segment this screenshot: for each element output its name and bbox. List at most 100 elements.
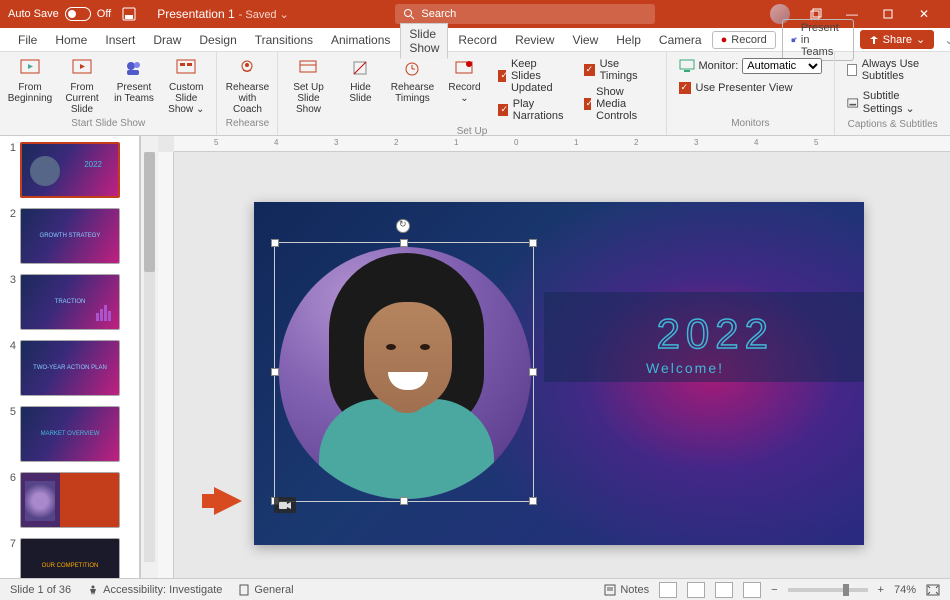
resize-handle-w[interactable] (271, 368, 279, 376)
presenter-view-checkbox[interactable]: Use Presenter View (679, 82, 823, 94)
setup-show-button[interactable]: Set Up Slide Show (286, 56, 330, 115)
horizontal-ruler: 5 4 3 2 1 0 1 2 3 4 5 (174, 136, 950, 152)
thumbnail-3[interactable]: 3TRACTION (4, 274, 135, 330)
tab-view[interactable]: View (564, 30, 606, 50)
checkbox-icon (498, 104, 507, 116)
accessibility-status[interactable]: Accessibility: Investigate (87, 584, 222, 596)
thumbnail-5[interactable]: 5MARKET OVERVIEW (4, 406, 135, 462)
resize-handle-nw[interactable] (271, 239, 279, 247)
resize-handle-e[interactable] (529, 368, 537, 376)
play-current-icon (70, 56, 94, 80)
slide-counter[interactable]: Slide 1 of 36 (10, 584, 71, 596)
toggle-icon (65, 7, 91, 21)
subtitle-icon (847, 97, 858, 109)
tab-animations[interactable]: Animations (323, 30, 398, 50)
record-dropdown-button[interactable]: Record ⌄ (442, 56, 486, 104)
language-status[interactable]: General (238, 584, 293, 596)
camera-badge[interactable] (274, 497, 296, 513)
zoom-slider[interactable] (788, 588, 868, 592)
record-button[interactable]: ●Record (712, 31, 776, 49)
menu-tabs: File Home Insert Draw Design Transitions… (0, 28, 950, 52)
thumbnail-scrollbar[interactable] (140, 136, 158, 578)
checkbox-icon (584, 98, 591, 110)
keep-updated-checkbox[interactable]: Keep Slides Updated (498, 58, 567, 94)
save-icon[interactable] (121, 6, 137, 22)
autosave-label: Auto Save (8, 8, 59, 20)
tab-record[interactable]: Record (450, 30, 505, 50)
tab-design[interactable]: Design (191, 30, 244, 50)
thumbnail-6[interactable]: 6 (4, 472, 135, 528)
slideshow-view-button[interactable] (743, 582, 761, 598)
from-current-button[interactable]: From Current Slide (60, 56, 104, 115)
group-label: Start Slide Show (71, 116, 145, 131)
thumbnail-2[interactable]: 2GROWTH STRATEGY (4, 208, 135, 264)
document-title[interactable]: Presentation 1 (157, 7, 234, 21)
coach-icon (235, 56, 259, 80)
year-text[interactable]: 2022 (657, 310, 774, 358)
tab-transitions[interactable]: Transitions (247, 30, 321, 50)
autosave-state: Off (97, 8, 111, 20)
thumbnail-7[interactable]: 7OUR COMPETITION (4, 538, 135, 578)
zoom-thumb[interactable] (843, 584, 849, 596)
subtitle-settings-button[interactable]: Subtitle Settings ⌄ (847, 90, 938, 115)
media-controls-checkbox[interactable]: Show Media Controls (584, 86, 654, 122)
rotate-handle[interactable] (396, 219, 410, 233)
zoom-in-button[interactable]: + (878, 584, 884, 596)
autosave-toggle[interactable]: Auto Save Off (8, 7, 111, 21)
custom-show-icon (174, 56, 198, 80)
tab-insert[interactable]: Insert (97, 30, 143, 50)
camera-feed[interactable] (279, 247, 531, 499)
rehearse-timings-button[interactable]: Rehearse Timings (390, 56, 434, 104)
tab-file[interactable]: File (10, 30, 45, 50)
resize-handle-ne[interactable] (529, 239, 537, 247)
checkbox-icon (498, 70, 505, 82)
fit-to-window-button[interactable] (926, 584, 940, 596)
normal-view-button[interactable] (659, 582, 677, 598)
slide-canvas: 5 4 3 2 1 0 1 2 3 4 5 2022 Welcome! (158, 136, 950, 578)
hide-icon (348, 56, 372, 80)
slide-thumbnails-panel[interactable]: 12022 2GROWTH STRATEGY 3TRACTION 4TWO-YE… (0, 136, 140, 578)
tab-help[interactable]: Help (608, 30, 649, 50)
scrollbar-handle[interactable] (144, 152, 155, 272)
always-subtitles-checkbox[interactable]: Always Use Subtitles (847, 58, 938, 82)
workspace: 12022 2GROWTH STRATEGY 3TRACTION 4TWO-YE… (0, 136, 950, 578)
tab-home[interactable]: Home (47, 30, 95, 50)
group-rehearse: Rehearse with Coach Rehearse (217, 52, 278, 135)
thumbnail-1[interactable]: 12022 (4, 142, 135, 198)
collapse-ribbon-icon[interactable]: ⌄ (940, 33, 950, 47)
resize-handle-n[interactable] (400, 239, 408, 247)
camera-object-selection[interactable] (274, 242, 534, 502)
resize-handle-se[interactable] (529, 497, 537, 505)
teams-icon (791, 34, 797, 46)
zoom-out-button[interactable]: − (771, 584, 777, 596)
use-timings-checkbox[interactable]: Use Timings (584, 58, 654, 82)
tab-draw[interactable]: Draw (145, 30, 189, 50)
group-start-slideshow: From Beginning From Current Slide Presen… (0, 52, 217, 135)
zoom-percent[interactable]: 74% (894, 584, 916, 596)
monitor-select[interactable]: Automatic (742, 58, 822, 74)
setup-icon (296, 56, 320, 80)
tab-review[interactable]: Review (507, 30, 562, 50)
thumbnail-4[interactable]: 4TWO-YEAR ACTION PLAN (4, 340, 135, 396)
monitor-selector[interactable]: Monitor: Automatic (679, 58, 823, 74)
custom-show-button[interactable]: Custom Slide Show ⌄ (164, 56, 208, 115)
save-status[interactable]: - Saved ⌄ (239, 8, 289, 21)
welcome-text[interactable]: Welcome! (646, 360, 724, 376)
play-narrations-checkbox[interactable]: Play Narrations (498, 98, 567, 122)
tab-camera[interactable]: Camera (651, 30, 710, 50)
resize-handle-s[interactable] (400, 497, 408, 505)
tab-slide-show[interactable]: Slide Show (400, 23, 448, 59)
monitor-icon (679, 59, 695, 73)
from-beginning-button[interactable]: From Beginning (8, 56, 52, 104)
rehearse-coach-button[interactable]: Rehearse with Coach (225, 56, 269, 115)
checkbox-icon (847, 64, 856, 76)
slide[interactable]: 2022 Welcome! (254, 202, 864, 545)
present-teams-button[interactable]: Present in Teams (112, 56, 156, 104)
hide-slide-button[interactable]: Hide Slide (338, 56, 382, 104)
sorter-view-button[interactable] (687, 582, 705, 598)
notes-icon (604, 584, 616, 596)
share-button[interactable]: Share⌄ (860, 30, 935, 49)
reading-view-button[interactable] (715, 582, 733, 598)
notes-button[interactable]: Notes (604, 584, 649, 596)
search-input[interactable]: Search (395, 4, 655, 24)
